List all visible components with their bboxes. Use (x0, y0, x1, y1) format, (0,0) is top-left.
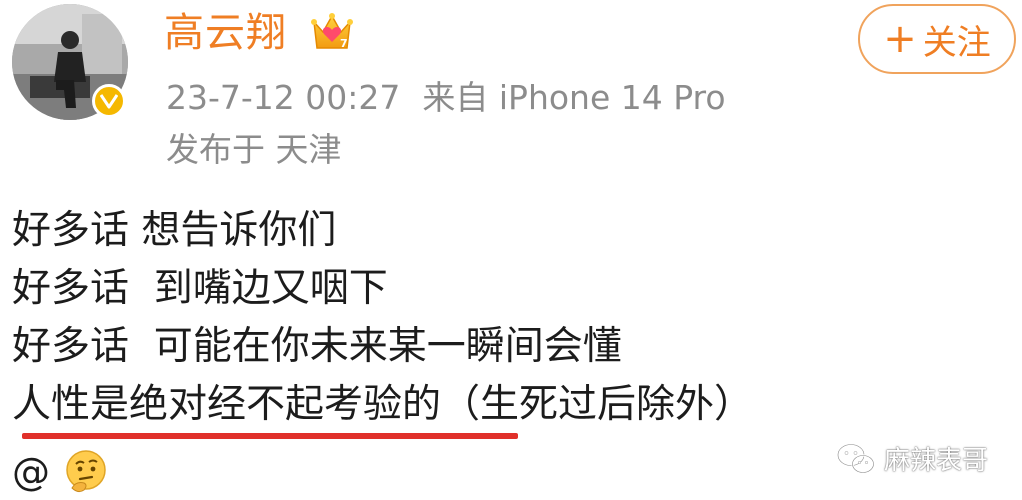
verified-v-badge-icon (92, 84, 126, 118)
wechat-logo-icon (836, 442, 875, 474)
follow-label: 关注 (922, 22, 991, 63)
post-location: 发布于 天津 (166, 130, 342, 169)
post-meta: 23-7-12 00:27 来自 iPhone 14 Pro (166, 78, 726, 118)
follow-button[interactable]: + 关注 (858, 4, 1016, 74)
mention-row: @ (12, 446, 110, 498)
avatar[interactable] (12, 4, 128, 120)
post-content: 好多话 想告诉你们 好多话 到嘴边又咽下 好多话 可能在你未来某一瞬间会懂 人性… (12, 202, 1012, 434)
parenthetical-text: （生死过后除外） (441, 382, 754, 427)
watermark: 麻辣表哥 (836, 440, 988, 477)
username[interactable]: 高云翔 (164, 8, 287, 58)
post-source: 来自 iPhone 14 Pro (422, 78, 726, 117)
vip-crown-icon[interactable]: 7 (310, 12, 354, 54)
post-line-1: 好多话 想告诉你们 (12, 208, 337, 253)
post-line-2: 好多话 到嘴边又咽下 (12, 266, 388, 311)
post-line-4: 人性是绝对经不起考验的（生死过后除外） (12, 376, 1012, 434)
plus-icon: + (883, 16, 917, 62)
thinking-face-emoji-icon (62, 448, 110, 496)
mention-at-sign[interactable]: @ (12, 450, 50, 494)
post-line-3: 好多话 可能在你未来某一瞬间会懂 (12, 324, 622, 369)
underlined-text: 人性是绝对经不起考验的 (12, 382, 442, 427)
post-timestamp: 23-7-12 00:27 (166, 78, 401, 117)
watermark-text: 麻辣表哥 (883, 446, 988, 476)
red-underline-highlight (22, 433, 518, 439)
svg-text:7: 7 (340, 37, 348, 50)
